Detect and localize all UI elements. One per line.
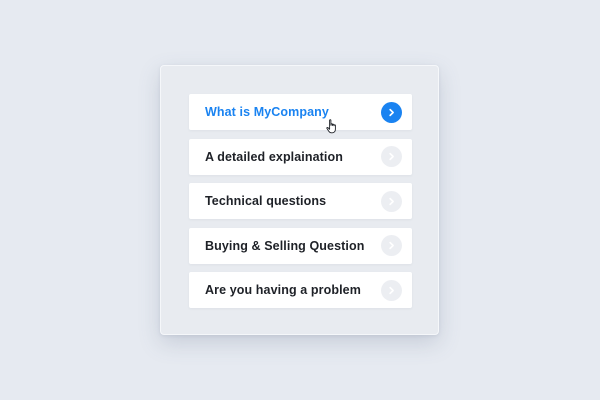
chevron-right-icon[interactable] xyxy=(381,279,402,301)
faq-card: What is MyCompany A detailed explainatio… xyxy=(160,65,439,335)
chevron-right-icon[interactable] xyxy=(381,146,402,167)
faq-item-label: Buying & Selling Question xyxy=(205,238,365,253)
faq-item-what-is-mycompany[interactable]: What is MyCompany xyxy=(189,94,412,130)
faq-item-label: A detailed explaination xyxy=(205,149,343,164)
faq-item-buying-selling[interactable]: Buying & Selling Question xyxy=(189,227,412,264)
chevron-right-icon[interactable] xyxy=(381,190,402,212)
faq-item-label: Are you having a problem xyxy=(205,283,361,297)
faq-item-label: Technical questions xyxy=(205,194,327,208)
faq-item-having-a-problem[interactable]: Are you having a problem xyxy=(189,272,412,308)
chevron-right-icon[interactable] xyxy=(381,101,402,123)
faq-item-label: What is MyCompany xyxy=(205,105,329,119)
faq-list: What is MyCompany A detailed explainatio… xyxy=(189,94,412,317)
page: What is MyCompany A detailed explainatio… xyxy=(0,0,600,400)
faq-item-technical-questions[interactable]: Technical questions xyxy=(189,183,412,219)
chevron-right-icon[interactable] xyxy=(381,235,402,256)
faq-item-detailed-explanation[interactable]: A detailed explaination xyxy=(189,138,412,175)
